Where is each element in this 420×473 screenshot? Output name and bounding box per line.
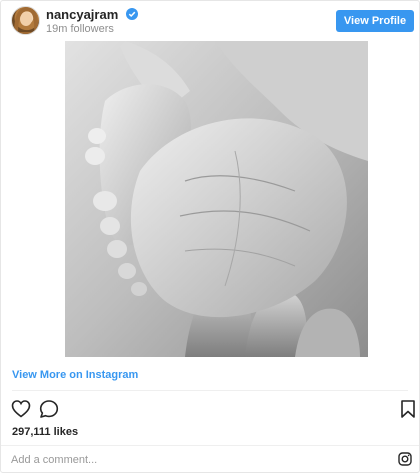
instagram-icon[interactable] — [398, 452, 412, 466]
instagram-embed-card: nancyajram 19m followers View Profile Vi… — [0, 0, 420, 473]
comment-bar — [1, 445, 419, 473]
comment-icon[interactable] — [39, 399, 59, 419]
verified-badge-icon — [125, 8, 138, 20]
like-count: 297,111 likes — [12, 426, 79, 438]
username[interactable]: nancyajram — [46, 7, 118, 22]
heart-icon[interactable] — [11, 399, 31, 419]
avatar[interactable] — [11, 6, 40, 35]
view-more-link[interactable]: View More on Instagram — [12, 369, 138, 381]
divider — [12, 390, 408, 391]
follower-count: 19m followers — [46, 23, 114, 35]
bookmark-icon[interactable] — [398, 399, 418, 419]
post-photo[interactable] — [65, 41, 368, 357]
add-comment-input[interactable] — [11, 451, 381, 469]
view-profile-button[interactable]: View Profile — [336, 10, 414, 32]
username-row[interactable]: nancyajram — [46, 7, 138, 22]
post-header: nancyajram 19m followers View Profile — [1, 1, 419, 39]
